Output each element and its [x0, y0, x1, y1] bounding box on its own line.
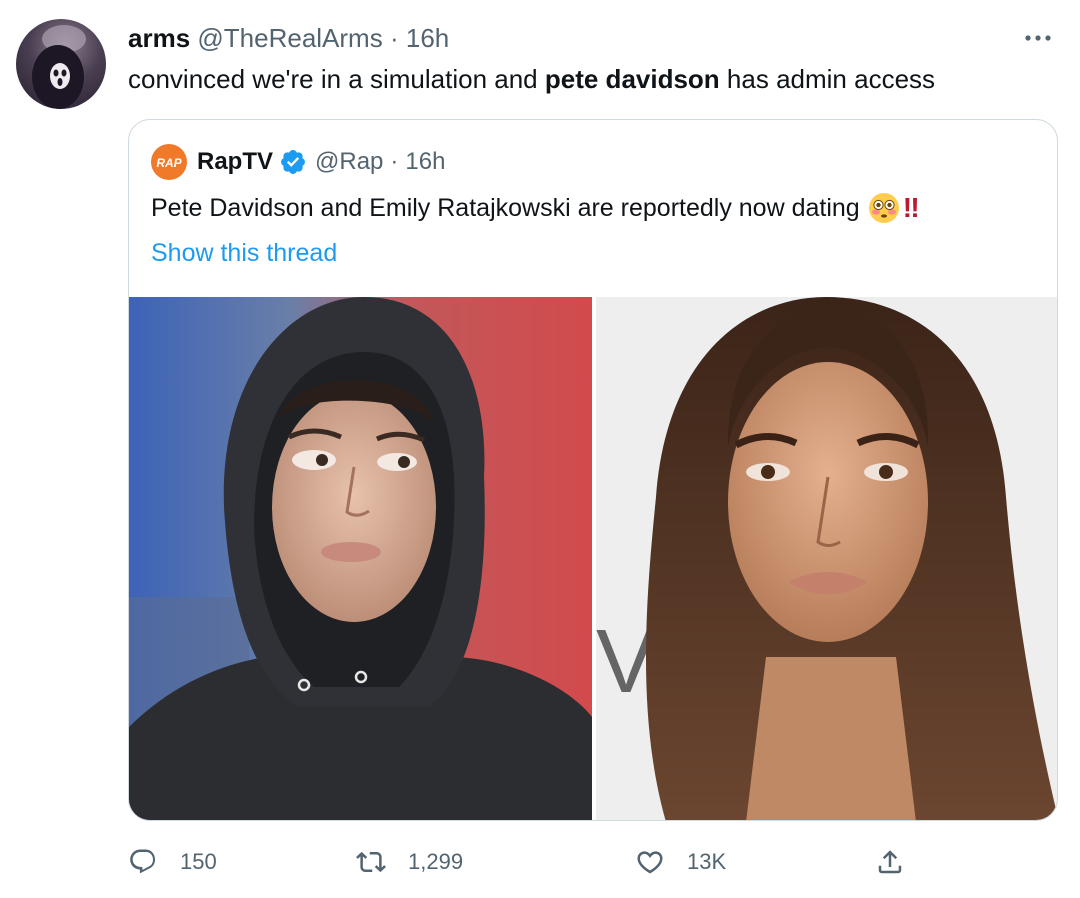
rap-logo-icon: RAP [156, 156, 182, 170]
reply-button[interactable]: 150 [128, 842, 217, 882]
tweet-text-before: convinced we're in a simulation and [128, 64, 545, 94]
more-options-icon[interactable] [1020, 24, 1056, 52]
share-button[interactable] [875, 842, 927, 882]
quoted-timestamp[interactable]: 16h [405, 148, 445, 176]
flushed-face-icon [868, 192, 900, 224]
retweet-count: 1,299 [408, 849, 464, 874]
photo-right-image: VE [596, 297, 1057, 820]
quoted-tweet-header: RAP RapTV @Rap · 16h [151, 144, 445, 180]
author-name[interactable]: arms [128, 23, 190, 53]
verified-badge-icon [279, 148, 307, 176]
separator-dot: · [389, 23, 399, 53]
share-icon [878, 850, 902, 874]
quoted-text: Pete Davidson and Emily Ratajkowski are … [151, 194, 860, 222]
retweet-icon [356, 851, 386, 873]
photo-right[interactable]: VE [596, 297, 1057, 820]
show-thread-link[interactable]: Show this thread [151, 236, 337, 270]
tweet-text-bold: pete davidson [544, 64, 720, 94]
tweet-text-after: has admin access [719, 64, 936, 94]
heart-icon [637, 851, 663, 874]
like-count: 13K [687, 849, 727, 874]
tweet: arms @TheRealArms · 16h convinced we're … [0, 0, 1080, 898]
quoted-media: VE [129, 297, 1057, 820]
avatar-image [32, 25, 86, 109]
quoted-tweet[interactable]: RAP RapTV @Rap · 16h Pete Davidson and E… [128, 119, 1058, 821]
like-button[interactable]: 13K [635, 842, 726, 882]
timestamp[interactable]: 16h [406, 23, 449, 53]
photo-left-image [129, 297, 592, 820]
avatar[interactable] [16, 19, 106, 109]
author-handle[interactable]: @TheRealArms [197, 23, 382, 53]
photo-left[interactable] [129, 297, 592, 820]
raptv-avatar[interactable]: RAP [151, 144, 187, 180]
double-exclamation-icon: ‼ [902, 192, 920, 223]
tweet-actions: 150 1,299 13K [128, 842, 928, 882]
quoted-author-name[interactable]: RapTV [197, 148, 273, 176]
tweet-header: arms @TheRealArms · 16h [128, 22, 449, 54]
rap-logo-text: RAP [156, 156, 182, 170]
reply-icon [130, 849, 156, 874]
quoted-separator-dot: · [390, 148, 399, 175]
reply-count: 150 [180, 849, 217, 874]
quoted-author-handle[interactable]: @Rap [315, 148, 383, 176]
retweet-button[interactable]: 1,299 [356, 842, 463, 882]
quoted-tweet-text: Pete Davidson and Emily Ratajkowski are … [151, 191, 920, 225]
tweet-text: convinced we're in a simulation and pete… [128, 62, 935, 96]
